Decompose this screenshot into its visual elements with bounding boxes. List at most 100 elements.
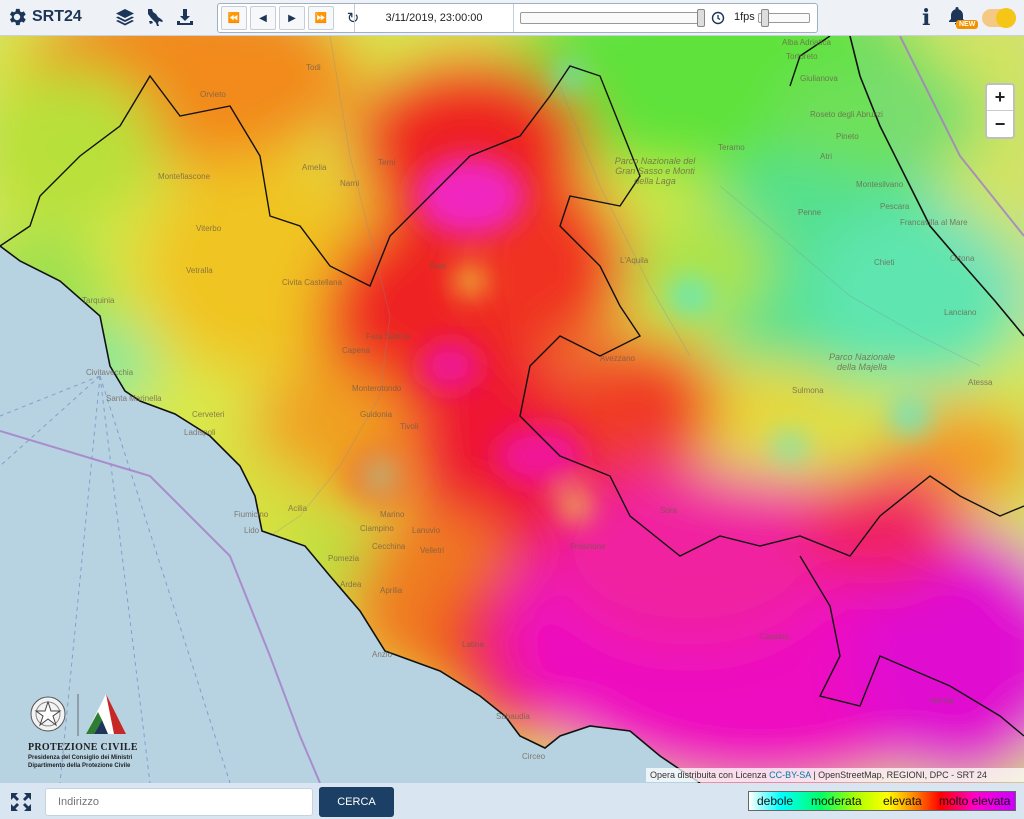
attribution-suffix: | OpenStreetMap, REGIONI, DPC - SRT 24	[810, 770, 987, 780]
layers-icon[interactable]	[114, 6, 136, 28]
italy-map-icon[interactable]	[144, 6, 166, 28]
place-label: Marino	[380, 510, 405, 519]
place-label: Roseto degli Abruzzi	[810, 110, 883, 119]
place-label: Ortona	[950, 254, 975, 263]
place-label: Viterbo	[196, 224, 222, 233]
place-label: Fara Sabina	[366, 332, 410, 341]
bottom-bar: CERCA debole moderata elevata molto elev…	[0, 783, 1024, 819]
place-label: Santa Marinella	[106, 394, 162, 403]
place-label: Civitavecchia	[86, 368, 134, 377]
place-label: Lido	[244, 526, 260, 535]
brand[interactable]: SRT24	[6, 6, 82, 28]
info-icon[interactable]: i	[922, 5, 930, 31]
place-label: Atri	[820, 152, 832, 161]
place-label: Montefiascone	[158, 172, 211, 181]
place-label: Amelia	[302, 163, 327, 172]
place-label: Pomezia	[328, 554, 360, 563]
place-label: Cassino	[760, 632, 789, 641]
logo-emblem-icon	[30, 694, 126, 736]
address-search-input[interactable]	[45, 788, 313, 816]
fps-slider[interactable]	[758, 9, 810, 27]
new-badge: NEW	[956, 20, 979, 29]
place-label: Sora	[660, 506, 677, 515]
place-label: Cecchina	[372, 542, 406, 551]
legend-label-molto-elevata: molto elevata	[939, 794, 1011, 808]
place-label: Guidonia	[360, 410, 393, 419]
place-label: Monterotondo	[352, 384, 402, 393]
place-label: Tortoreto	[786, 52, 818, 61]
place-label: Tivoli	[400, 422, 419, 431]
clock-icon	[711, 11, 725, 25]
logo-title: PROTEZIONE CIVILE	[28, 742, 138, 753]
logo-subtitle-2: Dipartimento della Protezione Civile	[28, 763, 131, 769]
place-label: Lanuvio	[412, 526, 441, 535]
first-frame-button[interactable]: ⏪	[221, 6, 247, 30]
place-label: Tarquinia	[82, 296, 115, 305]
place-label: Isernia	[930, 696, 955, 705]
legend-label-moderata: moderata	[811, 794, 862, 808]
fps-label: 1fps	[734, 11, 755, 23]
last-frame-button[interactable]: ⏩	[308, 6, 334, 30]
time-slider-handle[interactable]	[697, 9, 705, 27]
place-label: Anzio	[372, 650, 393, 659]
datetime-display: 3/11/2019, 23:00:00	[354, 4, 514, 32]
place-label: Lanciano	[944, 308, 977, 317]
place-label: Pescara	[880, 202, 910, 211]
top-toolbar: SRT24 ⏪ ◀ ▶ ⏩ ↻ 3/11/2019, 23:00:00 1fps…	[0, 0, 1024, 36]
map-attribution: Opera distribuita con Licenza CC-BY-SA |…	[646, 768, 1024, 782]
place-label: Fiumicino	[234, 510, 269, 519]
park-label: Parco Nazionale del Gran Sasso e Monti d…	[614, 156, 696, 186]
radar-map-canvas	[0, 36, 1024, 783]
toggle-knob	[996, 8, 1016, 28]
place-label: Ardea	[340, 580, 362, 589]
place-label: Atessa	[968, 378, 993, 387]
place-label: Sabaudia	[496, 712, 530, 721]
zoom-out-button[interactable]: −	[987, 111, 1013, 137]
place-label: Capena	[342, 346, 371, 355]
place-label: Todi	[306, 63, 321, 72]
fullscreen-icon[interactable]	[10, 792, 32, 812]
license-link[interactable]: CC-BY-SA	[769, 770, 811, 780]
zoom-in-button[interactable]: +	[987, 85, 1013, 111]
zoom-control: + −	[985, 83, 1015, 139]
place-label: Acilia	[288, 504, 308, 513]
search-button[interactable]: CERCA	[319, 787, 394, 817]
place-label: Pineto	[836, 132, 859, 141]
place-label: Montesilvano	[856, 180, 904, 189]
place-label: Frosinone	[570, 542, 606, 551]
map-view[interactable]: Todi Orvieto Amelia Narni Terni Montefia…	[0, 36, 1024, 783]
place-label: Francavilla al Mare	[900, 218, 968, 227]
app-title: SRT24	[32, 8, 82, 25]
attribution-prefix: Opera distribuita con Licenza	[650, 770, 770, 780]
time-slider[interactable]	[520, 9, 705, 27]
logo-subtitle-1: Presidenza del Consiglio dei Ministri	[28, 755, 133, 761]
place-label: Chieti	[874, 258, 895, 267]
place-label: Avezzano	[600, 354, 635, 363]
place-label: Narni	[340, 179, 360, 188]
place-label: Terni	[378, 158, 396, 167]
place-label: Aprilia	[380, 586, 403, 595]
place-label: Civita Castellana	[282, 278, 343, 287]
place-label: Ciampino	[360, 524, 394, 533]
place-label: Sulmona	[792, 386, 824, 395]
place-label: Teramo	[718, 143, 745, 152]
download-icon[interactable]	[174, 6, 196, 28]
place-label: Giulianova	[800, 74, 838, 83]
previous-frame-button[interactable]: ◀	[250, 6, 276, 30]
play-button[interactable]: ▶	[279, 6, 305, 30]
intensity-legend: debole moderata elevata molto elevata	[748, 791, 1016, 811]
place-label: Alba Adriatica	[782, 38, 831, 47]
theme-toggle[interactable]	[982, 8, 1016, 28]
animation-player: ⏪ ◀ ▶ ⏩ ↻ 3/11/2019, 23:00:00 1fps	[217, 3, 818, 33]
gear-icon[interactable]	[6, 6, 28, 28]
place-label: Penne	[798, 208, 822, 217]
protezione-civile-logo: PROTEZIONE CIVILE Presidenza del Consigl…	[28, 690, 138, 778]
place-label: Cerveteri	[192, 410, 225, 419]
place-label: Ladispoli	[184, 428, 216, 437]
place-label: Vetralla	[186, 266, 213, 275]
park-label: Parco Nazionale della Majella	[828, 352, 896, 372]
place-label: L'Aquila	[620, 256, 649, 265]
place-label: Rieti	[430, 262, 447, 271]
fps-slider-handle[interactable]	[761, 9, 769, 27]
legend-label-debole: debole	[757, 794, 794, 808]
